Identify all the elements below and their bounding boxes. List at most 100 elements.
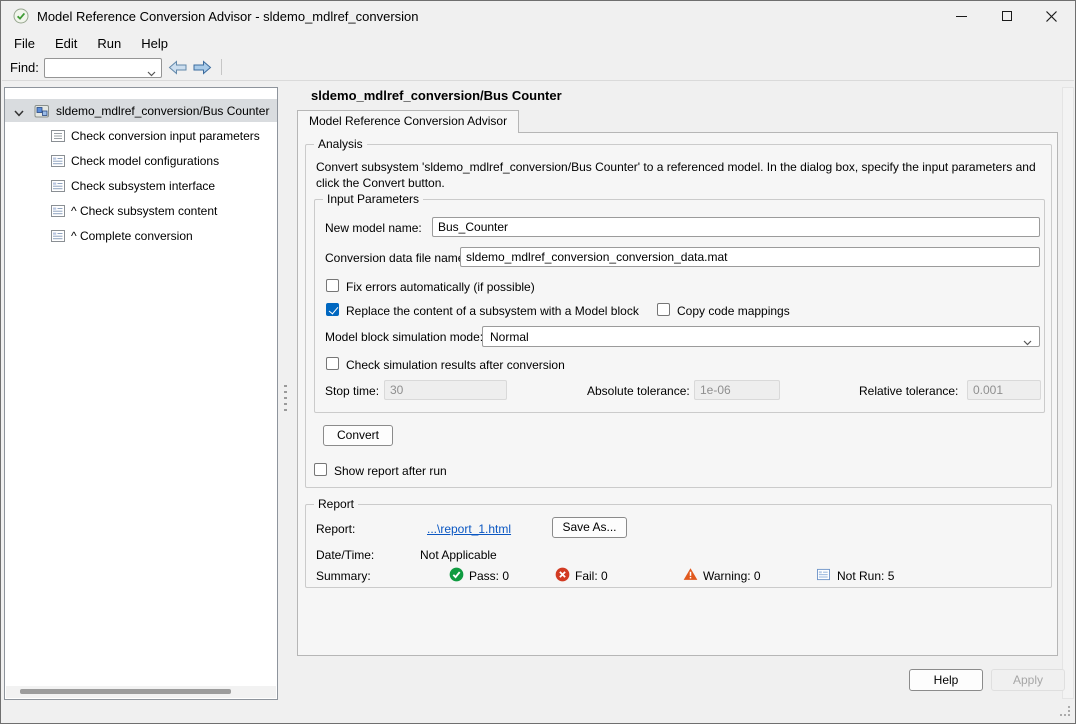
tree-item-label: Check model configurations: [71, 154, 219, 168]
chevron-down-icon[interactable]: [14, 106, 24, 120]
help-button[interactable]: Help: [909, 669, 983, 691]
find-label: Find:: [10, 60, 39, 75]
app-window: Model Reference Conversion Advisor - sld…: [0, 0, 1076, 724]
absolute-tolerance-label: Absolute tolerance:: [587, 384, 690, 398]
input-parameters-legend: Input Parameters: [323, 192, 423, 206]
maximize-icon: [1002, 11, 1012, 21]
checks-tree-panel: sldemo_mdlref_conversion/Bus Counter Che…: [4, 87, 278, 700]
find-combobox[interactable]: [44, 58, 162, 78]
page-title: sldemo_mdlref_conversion/Bus Counter: [311, 88, 562, 103]
panel-splitter[interactable]: [280, 87, 290, 700]
tree-item-label: ^ Check subsystem content: [71, 204, 217, 218]
menu-run[interactable]: Run: [94, 35, 124, 52]
window-title: Model Reference Conversion Advisor - sld…: [37, 9, 419, 24]
resize-grip[interactable]: [1060, 706, 1072, 718]
report-label: Report:: [316, 522, 355, 536]
chevron-down-icon: [1023, 335, 1032, 349]
check-item-icon: [50, 129, 66, 143]
stop-time-field: [384, 380, 507, 400]
tree-item-label: Check conversion input parameters: [71, 129, 260, 143]
sim-mode-select[interactable]: Normal: [482, 326, 1040, 347]
check-sim-results-label: Check simulation results after conversio…: [346, 358, 565, 372]
summary-label: Summary:: [316, 569, 371, 583]
new-model-name-field[interactable]: [432, 217, 1040, 237]
report-legend: Report: [314, 497, 358, 511]
horizontal-scrollbar[interactable]: [6, 686, 276, 698]
relative-tolerance-label: Relative tolerance:: [859, 384, 958, 398]
menu-bar: File Edit Run Help: [2, 32, 1074, 54]
input-parameters-group: Input Parameters New model name: Convers…: [314, 199, 1045, 413]
sim-mode-label: Model block simulation mode:: [325, 330, 483, 344]
check-sim-results-checkbox[interactable]: [326, 357, 339, 370]
close-icon: [1046, 11, 1057, 22]
summary-fail: Fail: 0: [575, 569, 608, 583]
toolbar-separator: [221, 59, 222, 75]
check-item-icon: [50, 204, 66, 218]
tree-item-check-subsystem-interface[interactable]: Check subsystem interface: [5, 174, 277, 197]
find-previous-icon: [168, 60, 188, 75]
maximize-button[interactable]: [984, 1, 1029, 31]
conversion-data-file-label: Conversion data file name:: [325, 251, 468, 265]
find-input[interactable]: [47, 60, 143, 76]
tree-item-check-input-parameters[interactable]: Check conversion input parameters: [5, 124, 277, 147]
copy-code-mappings-label: Copy code mappings: [677, 304, 790, 318]
new-model-name-label: New model name:: [325, 221, 422, 235]
show-report-checkbox[interactable]: [314, 463, 327, 476]
tree-item-complete-conversion[interactable]: ^ Complete conversion: [5, 224, 277, 247]
convert-button[interactable]: Convert: [323, 425, 393, 446]
conversion-data-file-field[interactable]: [460, 247, 1040, 267]
show-report-label: Show report after run: [334, 464, 447, 478]
close-button[interactable]: [1029, 1, 1074, 31]
fix-errors-label: Fix errors automatically (if possible): [346, 280, 535, 294]
report-group: Report Report: ...\report_1.html Save As…: [305, 504, 1052, 588]
app-check-icon: [13, 8, 29, 24]
menu-file[interactable]: File: [11, 35, 38, 52]
save-as-button[interactable]: Save As...: [552, 517, 627, 538]
analysis-description: Convert subsystem 'sldemo_mdlref_convers…: [316, 159, 1052, 191]
stop-time-label: Stop time:: [325, 384, 379, 398]
find-previous-button[interactable]: [167, 58, 189, 77]
window-controls: [939, 1, 1074, 31]
tree-item-root[interactable]: sldemo_mdlref_conversion/Bus Counter: [5, 99, 277, 122]
advisor-tab-panel: Analysis Convert subsystem 'sldemo_mdlre…: [297, 132, 1058, 656]
vertical-scrollbar-track[interactable]: [1062, 87, 1074, 699]
tree-item-check-model-configurations[interactable]: Check model configurations: [5, 149, 277, 172]
find-next-button[interactable]: [191, 58, 213, 77]
pass-icon: [449, 567, 464, 582]
report-link[interactable]: ...\report_1.html: [427, 522, 511, 536]
title-bar: Model Reference Conversion Advisor - sld…: [2, 1, 1074, 31]
replace-content-checkbox[interactable]: [326, 303, 339, 316]
minimize-button[interactable]: [939, 1, 984, 31]
tree-item-label: ^ Complete conversion: [71, 229, 193, 243]
tab-model-reference-conversion-advisor[interactable]: Model Reference Conversion Advisor: [297, 110, 519, 133]
analysis-group: Analysis Convert subsystem 'sldemo_mdlre…: [305, 144, 1052, 488]
warning-icon: [683, 567, 698, 582]
check-item-icon: [50, 154, 66, 168]
model-reference-icon: [34, 103, 50, 119]
find-next-icon: [192, 60, 212, 75]
datetime-label: Date/Time:: [316, 548, 374, 562]
scrollbar-thumb[interactable]: [20, 689, 231, 694]
fix-errors-checkbox[interactable]: [326, 279, 339, 292]
menu-edit[interactable]: Edit: [52, 35, 80, 52]
summary-not-run: Not Run: 5: [837, 569, 894, 583]
analysis-legend: Analysis: [314, 137, 367, 151]
check-item-icon: [50, 229, 66, 243]
apply-button: Apply: [991, 669, 1065, 691]
tree-item-label: sldemo_mdlref_conversion/Bus Counter: [56, 104, 269, 118]
chevron-down-icon[interactable]: [147, 66, 156, 80]
copy-code-mappings-checkbox[interactable]: [657, 303, 670, 316]
not-run-icon: [816, 568, 831, 583]
relative-tolerance-field: [967, 380, 1041, 400]
check-item-icon: [50, 179, 66, 193]
absolute-tolerance-field: [694, 380, 780, 400]
menu-help[interactable]: Help: [138, 35, 171, 52]
summary-warning: Warning: 0: [703, 569, 761, 583]
tree-item-check-subsystem-content[interactable]: ^ Check subsystem content: [5, 199, 277, 222]
summary-pass: Pass: 0: [469, 569, 509, 583]
tree-item-label: Check subsystem interface: [71, 179, 215, 193]
datetime-value: Not Applicable: [420, 548, 497, 562]
fail-icon: [555, 567, 570, 582]
find-toolbar: Find:: [2, 54, 1074, 81]
minimize-icon: [956, 16, 967, 17]
